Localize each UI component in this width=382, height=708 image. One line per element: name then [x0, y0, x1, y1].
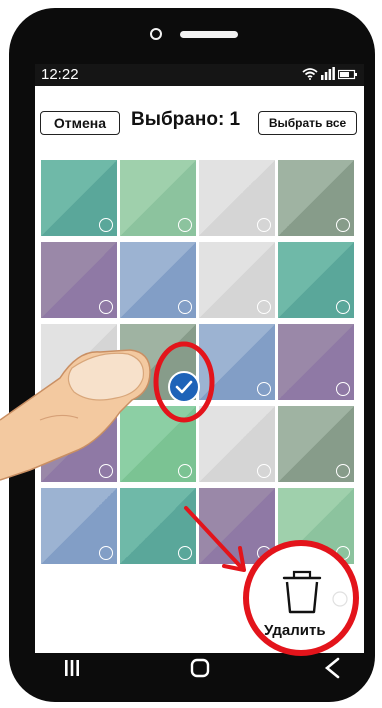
select-circle-icon[interactable]	[178, 464, 192, 478]
select-circle-icon[interactable]	[336, 382, 350, 396]
select-circle-icon[interactable]	[336, 300, 350, 314]
selected-checkmark-icon	[168, 371, 200, 403]
select-circle-icon[interactable]	[178, 300, 192, 314]
photo-tile[interactable]	[120, 488, 196, 564]
select-circle-icon[interactable]	[99, 218, 113, 232]
select-circle-icon[interactable]	[99, 464, 113, 478]
select-circle-icon[interactable]	[178, 546, 192, 560]
select-circle-icon[interactable]	[257, 300, 271, 314]
photo-tile[interactable]	[41, 324, 117, 400]
status-time: 12:22	[41, 66, 79, 83]
photo-tile[interactable]	[120, 406, 196, 482]
photo-tile[interactable]	[199, 324, 275, 400]
photo-tile[interactable]	[278, 242, 354, 318]
battery-icon	[338, 69, 357, 80]
select-circle-icon[interactable]	[336, 464, 350, 478]
photo-tile[interactable]	[278, 406, 354, 482]
selection-count-title: Выбрано: 1	[131, 109, 241, 130]
photo-tile[interactable]	[199, 160, 275, 236]
select-circle-icon[interactable]	[178, 218, 192, 232]
front-camera	[150, 28, 162, 40]
photo-tile[interactable]	[278, 160, 354, 236]
select-all-button[interactable]: Выбрать все	[258, 111, 357, 135]
select-circle-icon[interactable]	[257, 218, 271, 232]
select-circle-icon[interactable]	[99, 546, 113, 560]
recent-apps-button[interactable]	[57, 653, 87, 683]
earpiece-speaker	[180, 31, 238, 38]
photo-tile[interactable]	[199, 406, 275, 482]
cancel-button[interactable]: Отмена	[40, 111, 120, 135]
select-circle-icon[interactable]	[336, 218, 350, 232]
photo-tile[interactable]	[199, 488, 275, 564]
photo-tile[interactable]	[41, 488, 117, 564]
signal-icon	[321, 67, 335, 80]
select-circle-icon[interactable]	[99, 382, 113, 396]
delete-label: Удалить	[264, 622, 326, 639]
photo-tile[interactable]	[199, 242, 275, 318]
photo-tile[interactable]	[41, 242, 117, 318]
select-circle-icon[interactable]	[99, 300, 113, 314]
selection-toolbar: Отмена Выбрано: 1 Выбрать все	[35, 86, 364, 156]
back-chevron-icon	[324, 657, 340, 679]
recent-apps-icon	[65, 660, 79, 676]
system-nav-bar	[35, 653, 364, 683]
photo-tile[interactable]	[120, 160, 196, 236]
home-button[interactable]	[183, 653, 217, 683]
status-icons	[302, 67, 358, 80]
photo-tile[interactable]	[120, 242, 196, 318]
home-icon	[190, 658, 210, 678]
status-bar: 12:22	[35, 64, 364, 86]
photo-tile[interactable]	[41, 406, 117, 482]
photo-tile[interactable]	[41, 160, 117, 236]
wifi-icon	[302, 68, 318, 80]
back-button[interactable]	[317, 653, 347, 683]
select-circle-icon[interactable]	[257, 382, 271, 396]
photo-tile[interactable]	[278, 324, 354, 400]
photo-tile[interactable]	[278, 488, 354, 564]
select-circle-icon[interactable]	[257, 464, 271, 478]
